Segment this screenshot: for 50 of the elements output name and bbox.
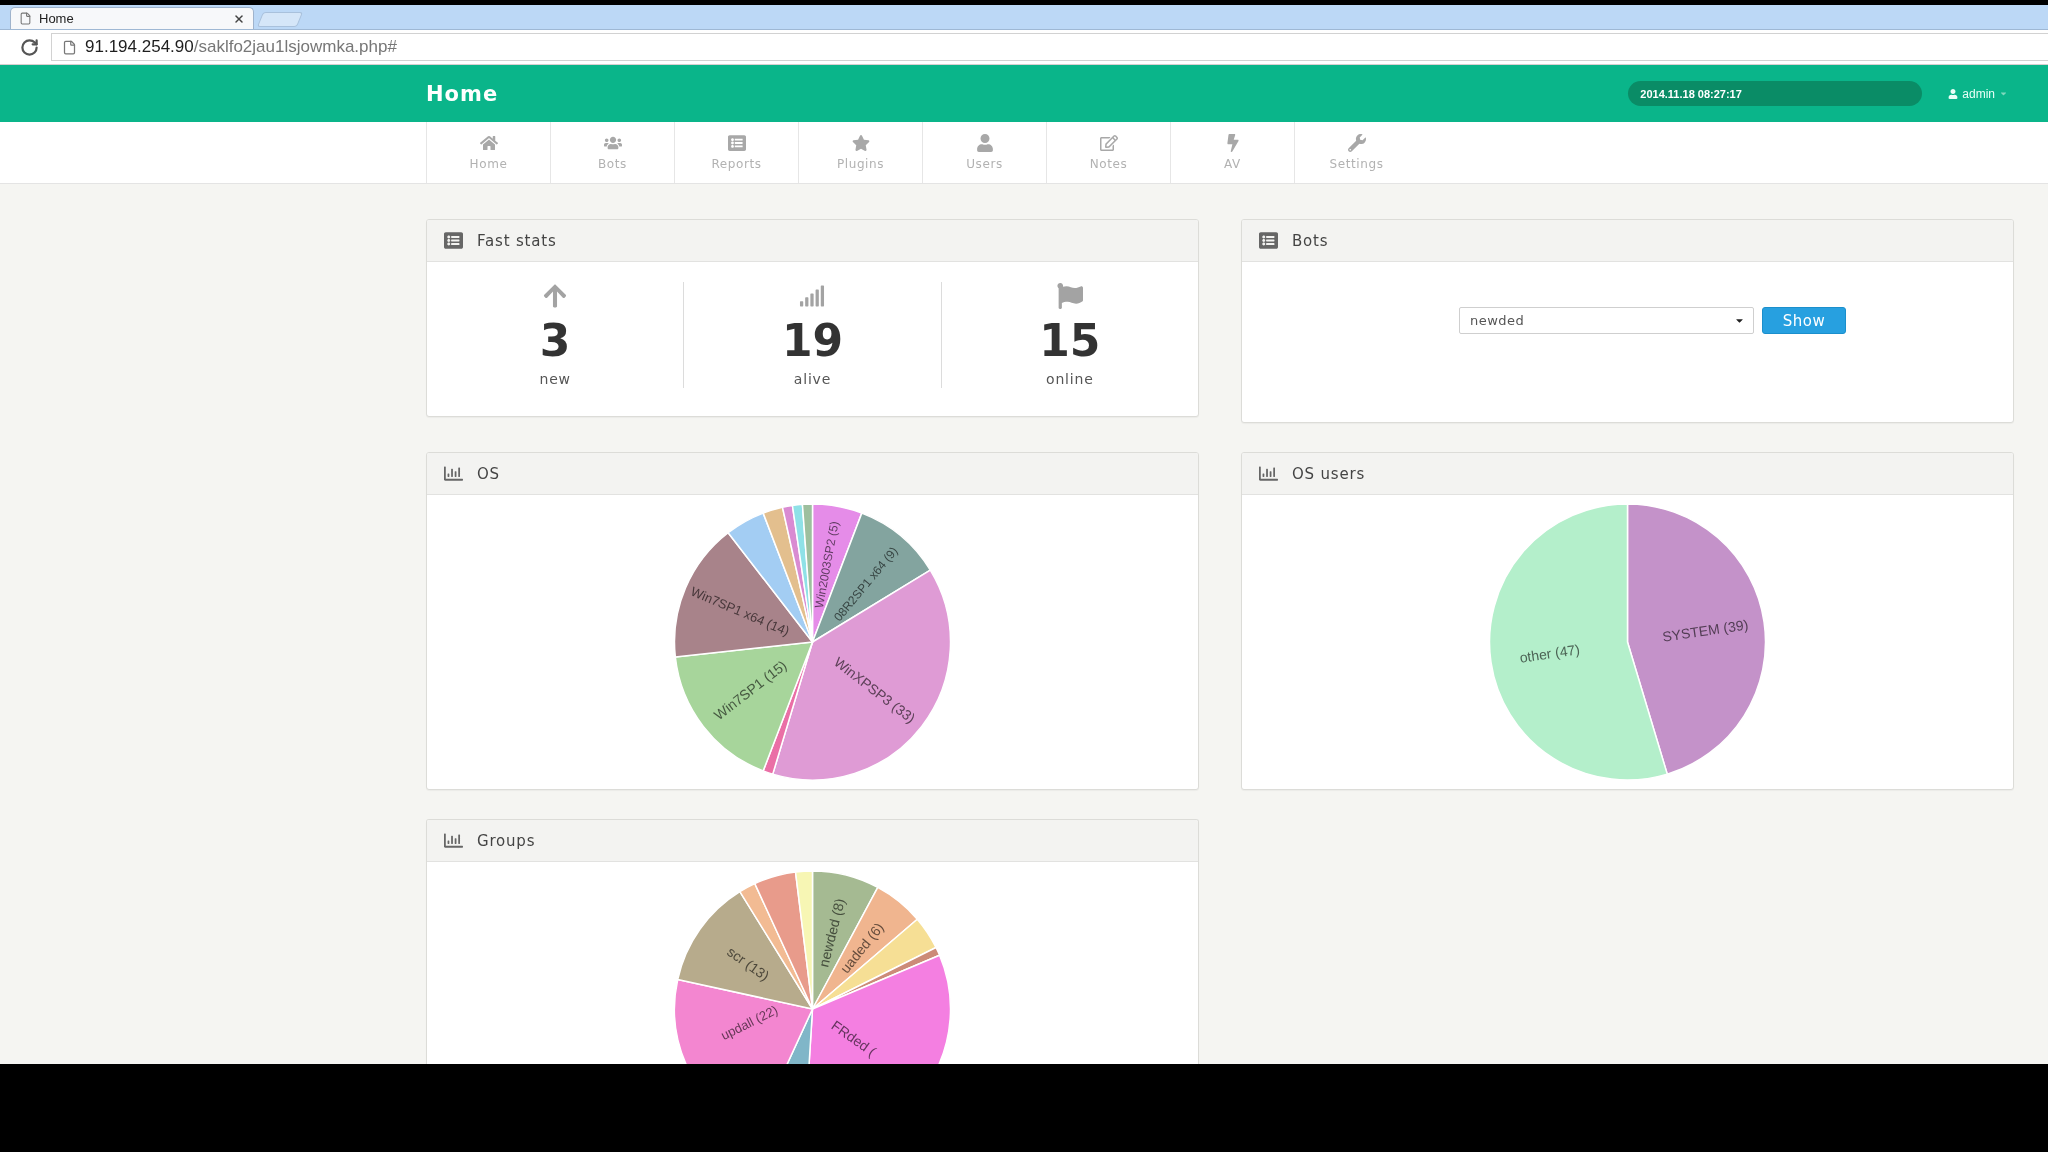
panel-title: Fast stats <box>477 231 557 250</box>
datetime-display: 2014.11.18 08:27:17 <box>1628 81 1923 106</box>
group-select[interactable]: newded <box>1459 307 1754 334</box>
user-menu[interactable]: admin <box>1948 86 2008 101</box>
stat-label: new <box>539 371 571 387</box>
page-title: Home <box>426 81 499 106</box>
browser-tab[interactable]: Home <box>10 7 254 29</box>
list-icon <box>1259 231 1278 250</box>
edit-icon <box>1099 134 1118 152</box>
slice-label: SYSTEM (39) <box>1661 616 1750 645</box>
file-icon <box>62 39 77 55</box>
nav-item[interactable]: Notes <box>1046 122 1170 183</box>
nav-item[interactable]: Users <box>922 122 1046 183</box>
star-icon <box>851 134 870 152</box>
signal-icon <box>799 283 826 309</box>
users-icon <box>603 134 622 152</box>
bar-chart-icon <box>444 831 463 850</box>
nav-item[interactable]: Bots <box>550 122 674 183</box>
show-button[interactable]: Show <box>1762 307 1846 334</box>
arrow-up-icon <box>542 283 569 309</box>
panel-title: Groups <box>477 831 536 850</box>
nav-item[interactable]: AV <box>1170 122 1294 183</box>
stat-value: 19 <box>781 319 844 363</box>
panel-title: Bots <box>1292 231 1329 250</box>
user-icon <box>975 134 994 152</box>
reload-icon[interactable] <box>20 37 39 57</box>
flag-icon <box>1056 283 1083 309</box>
panel-title: OS <box>477 464 500 483</box>
stat-label: alive <box>793 371 832 387</box>
caret-icon <box>1999 89 2008 98</box>
user-icon <box>1948 88 1959 99</box>
nav-item[interactable]: Settings <box>1294 122 1418 183</box>
stat-value: 15 <box>1039 319 1101 363</box>
nav-item[interactable]: Home <box>426 122 550 183</box>
nav-item[interactable]: Plugins <box>798 122 922 183</box>
stat-label: online <box>1046 371 1094 387</box>
close-icon[interactable] <box>233 12 245 25</box>
bar-chart-icon <box>1259 464 1278 483</box>
slice-label: scr (13) <box>724 943 773 984</box>
panel-title: OS users <box>1292 464 1366 483</box>
address-field[interactable]: 91.194.254.90/saklfo2jau1lsjowmka.php# <box>51 33 2048 61</box>
list-icon <box>727 134 746 152</box>
stat-value: 3 <box>539 319 571 363</box>
file-icon <box>19 12 32 25</box>
home-icon <box>479 134 498 152</box>
bar-chart-icon <box>444 464 463 483</box>
list-icon <box>444 231 463 250</box>
wrench-icon <box>1347 134 1366 152</box>
slice-label: other (47) <box>1518 641 1581 666</box>
nav-item[interactable]: Reports <box>674 122 798 183</box>
